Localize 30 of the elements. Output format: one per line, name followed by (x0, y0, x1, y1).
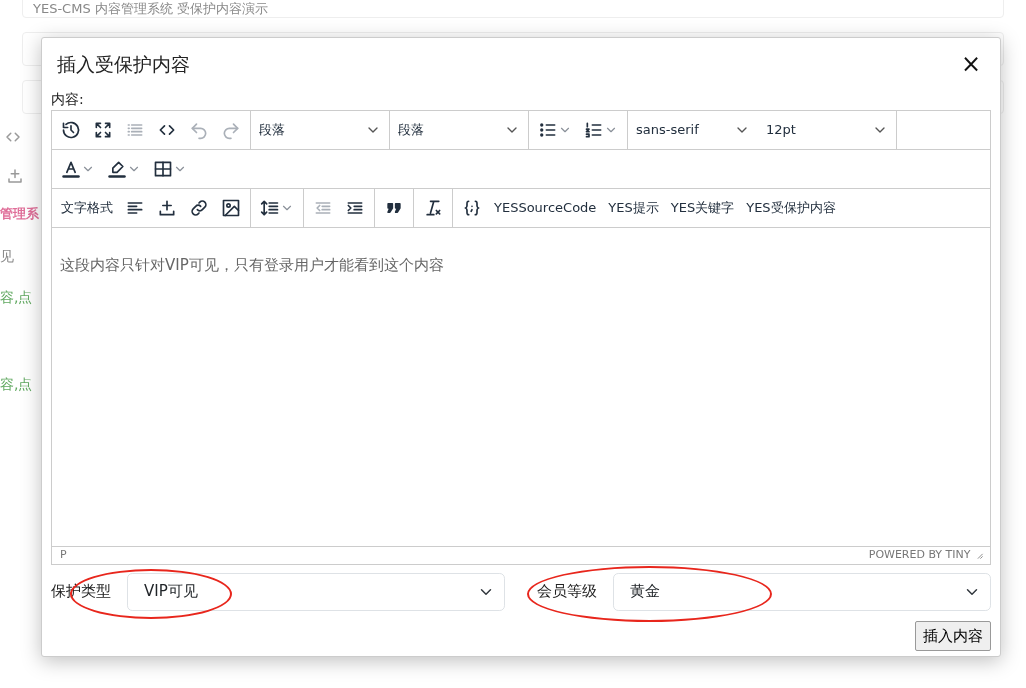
upload-icon (6, 167, 24, 185)
content-label: 内容: (51, 89, 84, 109)
element-path: P (60, 546, 67, 563)
format-dropdown[interactable]: 段落 (251, 119, 389, 140)
background-text: 容,点 (0, 374, 33, 394)
format-dropdown[interactable]: sans-serif (628, 119, 758, 140)
link-icon (189, 197, 209, 218)
dialog-title: 插入受保护内容 (57, 52, 190, 77)
toolbar-button[interactable]: YESSourceCode (489, 193, 602, 222)
format-button[interactable]: 文字格式 (56, 193, 118, 222)
format-dropdown[interactable]: 12pt (758, 119, 896, 140)
toolbar-button[interactable]: YES受保护内容 (741, 193, 841, 222)
branding-text: POWERED BY TINY (868, 546, 971, 563)
toolbar-button[interactable]: YES关键字 (665, 193, 740, 222)
insert-button[interactable]: 插入内容 (915, 620, 991, 651)
history-icon (61, 119, 81, 140)
page-header: YES-CMS 内容管理系统 受保护内容演示 (22, 0, 1004, 18)
select-field[interactable]: 黄金 (613, 572, 991, 611)
fullscreen-icon (93, 119, 113, 140)
toolbar-button[interactable]: YES提示 (603, 193, 664, 222)
field-label: 会员等级 (537, 581, 597, 603)
background-text: 见 (0, 246, 14, 266)
format-dropdown[interactable]: 段落 (390, 119, 528, 140)
image-icon (221, 197, 241, 218)
select-field[interactable]: VIP可见 (127, 572, 505, 611)
background-text: 管理系 (0, 205, 39, 223)
editor-text: 这段内容只针对VIP可见，只有登录用户才能看到这个内容 (60, 255, 444, 274)
background-text: 容,点 (0, 287, 33, 307)
close-button[interactable]: × (956, 52, 985, 77)
highlight-icon (107, 158, 127, 179)
